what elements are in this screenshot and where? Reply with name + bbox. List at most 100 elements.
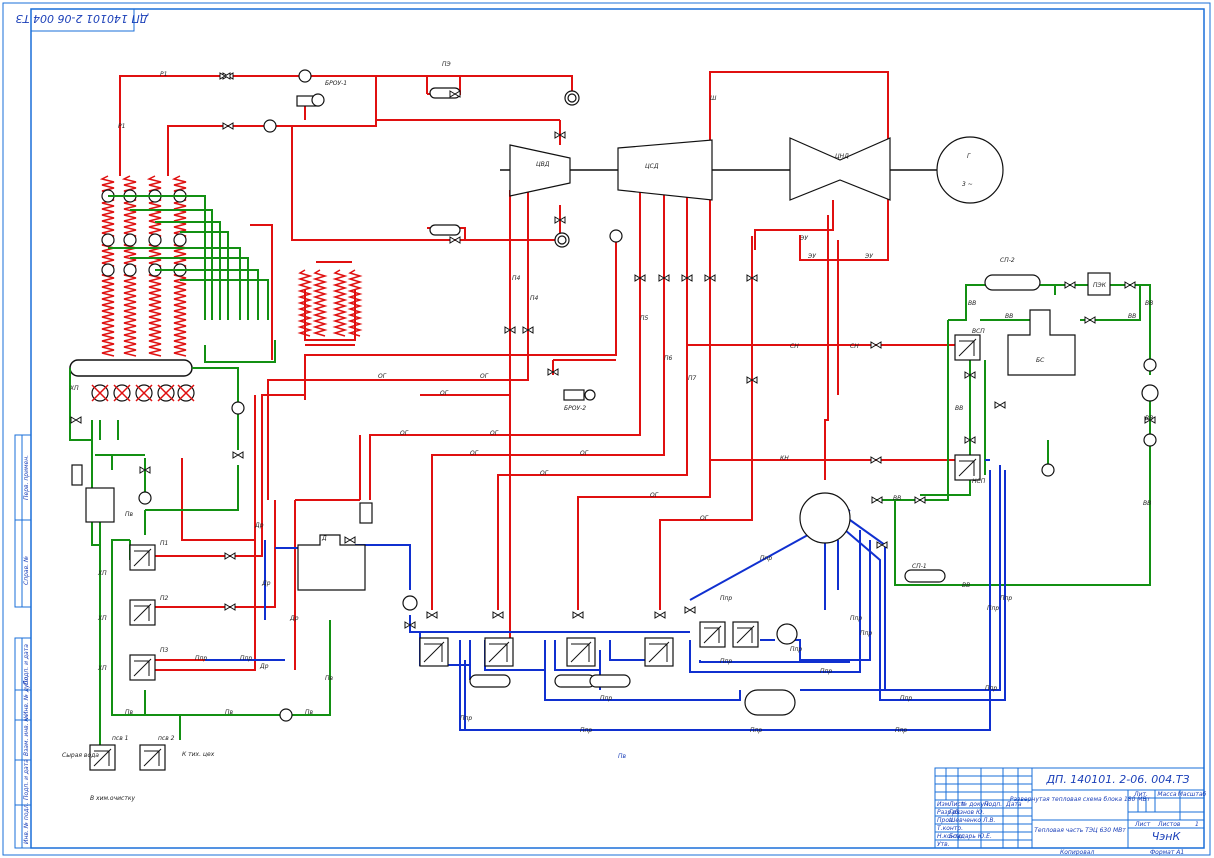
label-pw: Пв (618, 753, 627, 760)
line-code: ВВ (1005, 313, 1013, 320)
organization: ЧэнК (1152, 830, 1182, 843)
valve-icon (224, 552, 236, 560)
valve-icon (449, 236, 461, 244)
line-code: Ппр (985, 685, 997, 692)
line-code: Ппр (600, 695, 612, 702)
label-p1: П1 (160, 540, 168, 547)
line-code: ОГ (470, 450, 479, 457)
thermal-scheme-drawing: ДП 140101 2-06 004 ТЗ Перв. примен. Спра… (2, 2, 1211, 856)
valve-icon (1064, 281, 1076, 289)
generator (936, 136, 1004, 204)
hp-turbine (509, 144, 571, 197)
boiler-drum (69, 359, 193, 377)
doc-code: ДП. 140101. 2-06. 004.ТЗ (1045, 773, 1189, 786)
sheets-label: Листов (1157, 821, 1181, 828)
line-code: ОГ (490, 430, 499, 437)
valve-icon (426, 611, 438, 619)
line-code: ВВ (893, 495, 901, 502)
line-code: ХП (97, 665, 107, 672)
line-code: П5 (640, 315, 649, 322)
line-code: СН (790, 343, 799, 350)
title-row-cell: Шевченко Л.В. (949, 817, 996, 824)
side-strip-labels: Перв. примен. Справ. № Подп. и дата Инв.… (23, 455, 30, 844)
valve-icon (1124, 281, 1136, 289)
line-code: П4 (530, 295, 539, 302)
label-bs: БС (1036, 357, 1045, 364)
label-vsp: ВСП (972, 328, 985, 335)
line-code: П4 (512, 275, 521, 282)
line-code: ЭУ (807, 253, 816, 260)
title-row-cell: Дата (1005, 801, 1022, 808)
line-code: Ппр (1000, 595, 1012, 602)
label-psv2: псв 2 (158, 735, 175, 742)
superheater-tube (312, 269, 328, 337)
line-code: ОГ (440, 390, 449, 397)
label-broy2: БРОУ-2 (564, 405, 586, 412)
header-node (101, 263, 115, 277)
label-p2: П2 (160, 595, 169, 602)
superheater-tube (332, 269, 348, 337)
label-cvd: ЦВД (536, 161, 550, 168)
lp-turbine (789, 137, 891, 201)
valve-icon (870, 341, 882, 349)
line-code: Ппр (195, 655, 207, 662)
valve-icon (344, 536, 356, 544)
label-to-chem: В хим.очистку (90, 795, 135, 802)
line-code: ЭУ (799, 235, 808, 242)
valve-icon (224, 603, 236, 611)
label-ope: ПЭ (442, 61, 452, 68)
label-p3: П3 (160, 647, 169, 654)
header-node (148, 233, 162, 247)
stage-header: Лит. (1133, 791, 1148, 798)
line-code: СН (850, 343, 859, 350)
side-label: Подп. и дата (23, 759, 30, 800)
line-code: ОГ (580, 450, 589, 457)
line-code: ХП (69, 385, 79, 392)
line-code: ОГ (700, 515, 709, 522)
line-code: Пв (125, 709, 134, 716)
line-code: ОГ (650, 492, 659, 499)
cooler (589, 674, 631, 688)
valve-icon (492, 611, 504, 619)
cooler (429, 224, 461, 236)
valve-icon (1084, 316, 1096, 324)
line-code: Ппр (240, 655, 252, 662)
line-code: ОГ (540, 470, 549, 477)
cooler (429, 87, 461, 99)
header-node (173, 233, 187, 247)
valve-icon (232, 451, 244, 459)
side-label: Взам. инв. № (23, 715, 30, 756)
title-row-cell: Т.контр. (937, 825, 963, 832)
line-code: Ппр (760, 555, 772, 562)
heaters (89, 87, 1041, 771)
valve-icon (222, 122, 234, 130)
valve-icon (994, 401, 1006, 409)
line-code: ВВ (1145, 415, 1153, 422)
cooler (469, 674, 511, 688)
title-row-cell: Утв. (937, 841, 950, 848)
line-code: Ппр (850, 615, 862, 622)
line-code: ВВ (955, 405, 963, 412)
cooler (744, 689, 796, 716)
cooler (554, 674, 596, 688)
line-code: Ппр (720, 595, 732, 602)
drawing-frame (2, 2, 1211, 856)
sheets-count: 1 (1195, 821, 1199, 828)
title-row-cell: Бондарь Ю.Е. (949, 833, 992, 840)
line-code: Пв (125, 511, 134, 518)
side-label: Перв. примен. (23, 455, 30, 500)
line-code: ВВ (962, 582, 970, 589)
line-code: Др (289, 615, 299, 622)
line-code: ВВ (1145, 300, 1153, 307)
drawing-title: Развернутая тепловая схема блока 180 МВт (1010, 796, 1151, 803)
line-code: Ппр (987, 605, 999, 612)
label-nsp: НСП (972, 478, 986, 485)
header-node (123, 233, 137, 247)
line-code: ВВ (968, 300, 976, 307)
part-title: Тепловая часть ТЭЦ 630 МВт (1034, 827, 1126, 834)
line-code: Пв (225, 709, 234, 716)
label-from-chem: Сырая вода (62, 752, 99, 759)
line-code: Ппр (720, 658, 732, 665)
line-code: П7 (688, 375, 697, 382)
condenser (799, 492, 851, 544)
